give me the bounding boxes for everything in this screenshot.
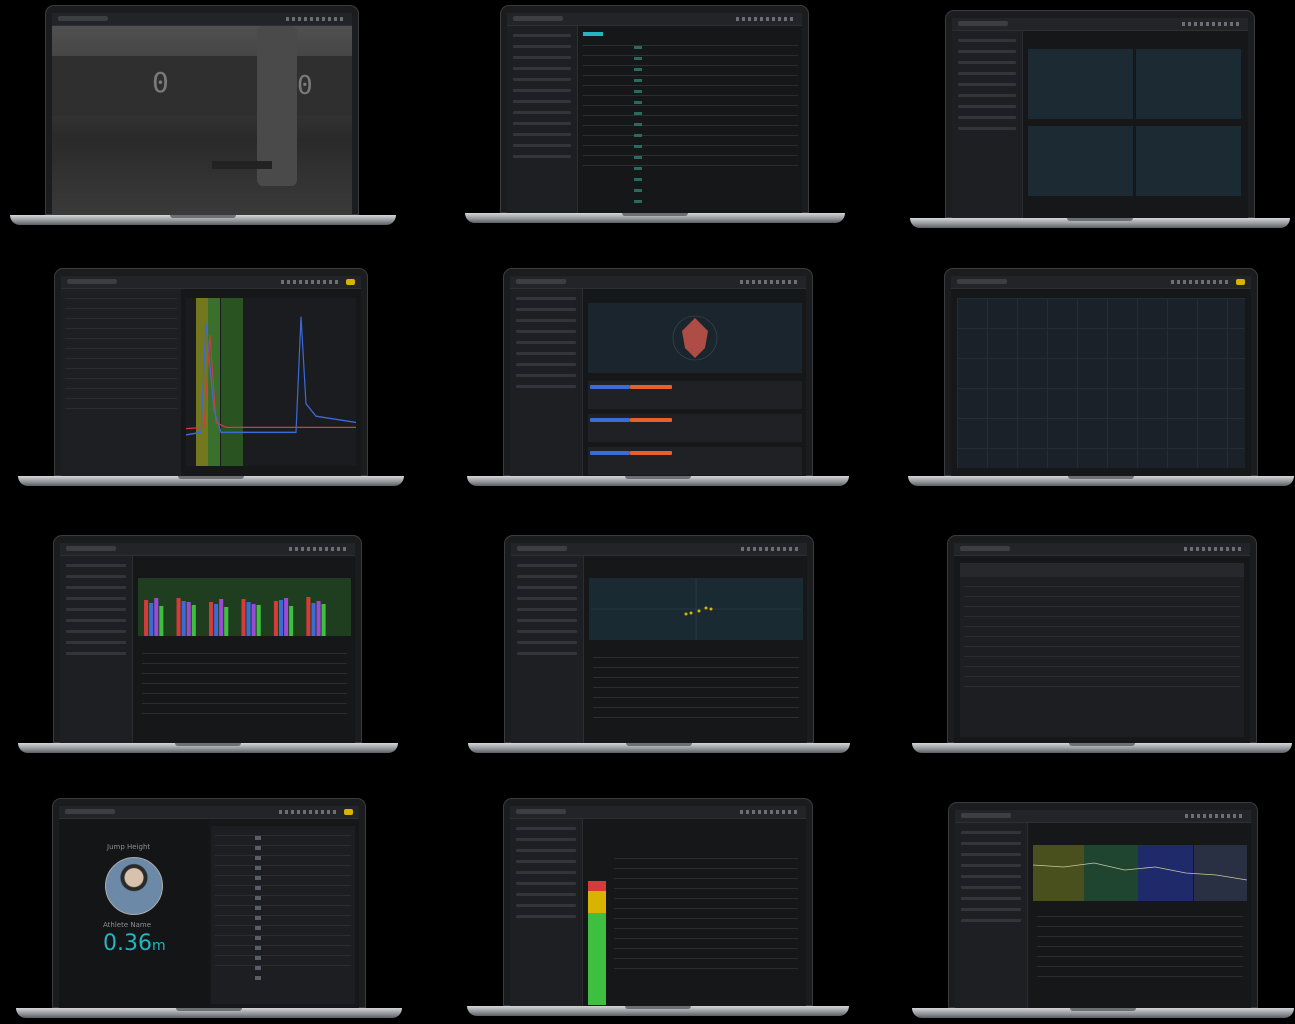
- sidebar[interactable]: [510, 289, 583, 476]
- radar-screen: [510, 276, 806, 476]
- status-column[interactable]: [588, 881, 606, 1005]
- warning-badge[interactable]: [346, 279, 355, 285]
- quadrant-table[interactable]: [589, 648, 803, 737]
- bar-chart-screen: [60, 543, 355, 743]
- window-titlebar: [955, 810, 1251, 823]
- laptop-list-view: [912, 535, 1292, 757]
- comparison-bar-3[interactable]: [588, 447, 802, 475]
- trend-chart[interactable]: [1033, 845, 1247, 901]
- chart-pane-2[interactable]: [1136, 49, 1241, 119]
- window-titlebar: [954, 543, 1250, 556]
- video-frame[interactable]: 0 0: [52, 26, 352, 215]
- avatar[interactable]: [105, 857, 163, 915]
- jump-height-number: 0.36: [103, 931, 152, 956]
- warning-badge[interactable]: [344, 809, 353, 815]
- window-titlebar: [511, 543, 807, 556]
- scatter-screen: [951, 276, 1251, 476]
- laptop-scatter-view: [908, 268, 1294, 494]
- video-screen: 0 0: [52, 13, 352, 215]
- jump-height-value: 0.36m: [103, 931, 166, 956]
- laptop-quadrant-view: [468, 535, 850, 759]
- laptop-multi-chart-view: [910, 10, 1290, 232]
- sidebar[interactable]: [511, 556, 584, 743]
- laptop-traffic-light-view: [467, 798, 849, 1022]
- window-titlebar: [951, 276, 1251, 289]
- jump-height-label: Jump Height: [107, 843, 151, 851]
- trend-table[interactable]: [1033, 907, 1247, 1002]
- window-titlebar: [510, 276, 806, 289]
- table-screen: [507, 13, 802, 213]
- window-titlebar: [507, 13, 802, 26]
- chart-pane-3[interactable]: [1028, 126, 1133, 196]
- sidebar[interactable]: [510, 819, 583, 1006]
- athlete-profile-screen: Jump Height Athlete Name 0.36m: [59, 806, 359, 1008]
- laptop-force-trace-view: [18, 268, 404, 494]
- athlete-name: Athlete Name: [103, 921, 152, 929]
- radar-chart[interactable]: [588, 303, 802, 373]
- window-titlebar: [510, 806, 806, 819]
- comparison-bar-1[interactable]: [588, 381, 802, 409]
- warning-badge[interactable]: [1236, 279, 1245, 285]
- force-trace-screen: [61, 276, 361, 476]
- sidebar[interactable]: [952, 31, 1023, 218]
- chart-pane-1[interactable]: [1028, 49, 1133, 119]
- laptop-radar-view: [467, 268, 849, 492]
- laptop-video-view: 0 0: [10, 5, 396, 231]
- window-titlebar: [52, 13, 352, 26]
- window-titlebar: [59, 806, 359, 819]
- metrics-table[interactable]: [61, 289, 181, 476]
- laptop-trend-view: [912, 802, 1294, 1024]
- status-table[interactable]: [610, 849, 802, 1000]
- traffic-light-screen: [510, 806, 806, 1006]
- list-panel[interactable]: [960, 563, 1244, 737]
- trend-screen: [955, 810, 1251, 1008]
- trace-lines: [186, 316, 356, 436]
- quadrant-screen: [511, 543, 807, 743]
- results-table[interactable]: [138, 644, 351, 737]
- multi-chart-screen: [952, 18, 1248, 218]
- window-titlebar: [60, 543, 355, 556]
- chart-pane-4[interactable]: [1136, 126, 1241, 196]
- sidebar[interactable]: [60, 556, 133, 743]
- jump-height-unit: m: [151, 938, 166, 954]
- sidebar[interactable]: [955, 823, 1028, 1008]
- athlete-panel: Jump Height Athlete Name 0.36m: [59, 819, 209, 1008]
- window-titlebar: [61, 276, 361, 289]
- athlete-results-list[interactable]: [211, 826, 355, 1004]
- list-screen: [954, 543, 1250, 743]
- quadrant-plot[interactable]: [589, 578, 803, 640]
- window-titlebar: [952, 18, 1248, 31]
- sidebar[interactable]: [507, 26, 578, 213]
- comparison-bar-2[interactable]: [588, 414, 802, 442]
- grouped-bar-chart[interactable]: [138, 578, 351, 636]
- laptop-athlete-profile-view: Jump Height Athlete Name 0.36m: [16, 798, 402, 1024]
- force-trace-chart[interactable]: [186, 298, 356, 466]
- laptop-bar-chart-view: [18, 535, 398, 757]
- scatter-plot[interactable]: [957, 298, 1245, 468]
- data-table[interactable]: [579, 26, 802, 213]
- laptop-table-view: [465, 5, 845, 227]
